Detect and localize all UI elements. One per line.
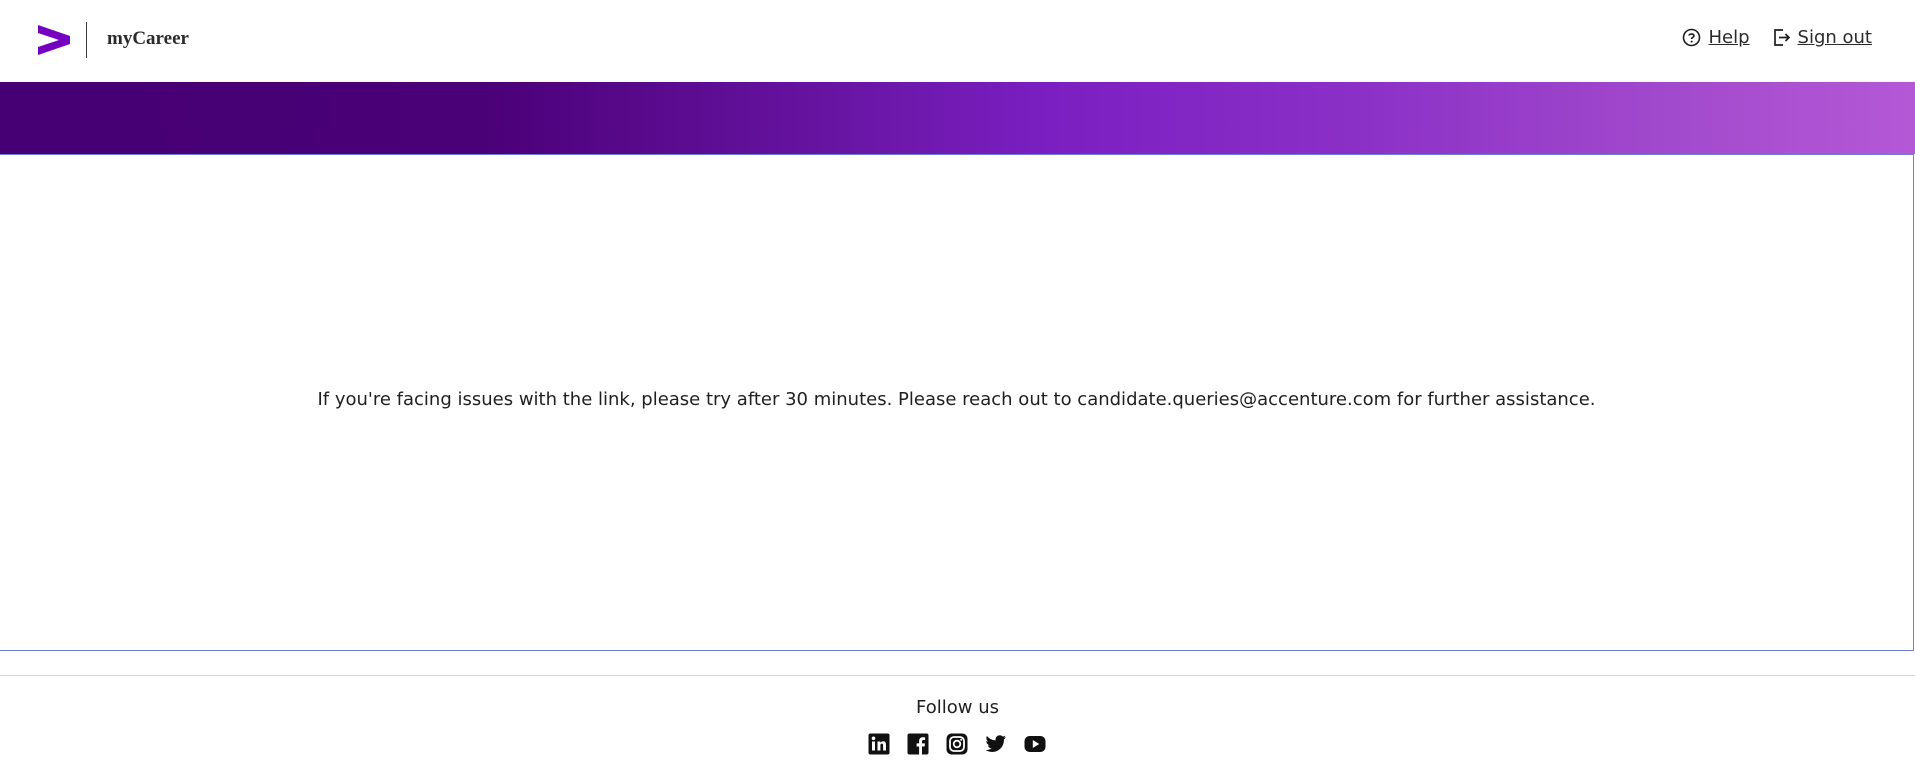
signout-label: Sign out	[1797, 27, 1872, 48]
header-links: Help Sign out	[1682, 27, 1872, 48]
footer-divider	[0, 675, 1915, 676]
purple-gradient-banner	[0, 82, 1915, 154]
accenture-logo-icon[interactable]	[38, 25, 70, 55]
facebook-icon[interactable]	[906, 732, 930, 756]
app-title: myCareer	[107, 28, 189, 49]
issue-message: If you're facing issues with the link, p…	[317, 389, 1596, 410]
follow-us-label: Follow us	[916, 697, 999, 718]
signout-link[interactable]: Sign out	[1772, 27, 1872, 48]
content-frame: If you're facing issues with the link, p…	[0, 154, 1914, 651]
instagram-icon[interactable]	[945, 732, 969, 756]
twitter-icon[interactable]	[984, 732, 1008, 756]
youtube-icon[interactable]	[1023, 732, 1047, 756]
help-circle-icon	[1682, 28, 1701, 47]
top-header: myCareer Help Sign out	[0, 0, 1915, 82]
help-label: Help	[1708, 27, 1750, 48]
logo-divider	[86, 22, 87, 58]
linkedin-icon[interactable]	[867, 732, 891, 756]
social-links	[867, 732, 1047, 756]
signout-icon	[1772, 28, 1791, 47]
help-link[interactable]: Help	[1682, 27, 1750, 48]
